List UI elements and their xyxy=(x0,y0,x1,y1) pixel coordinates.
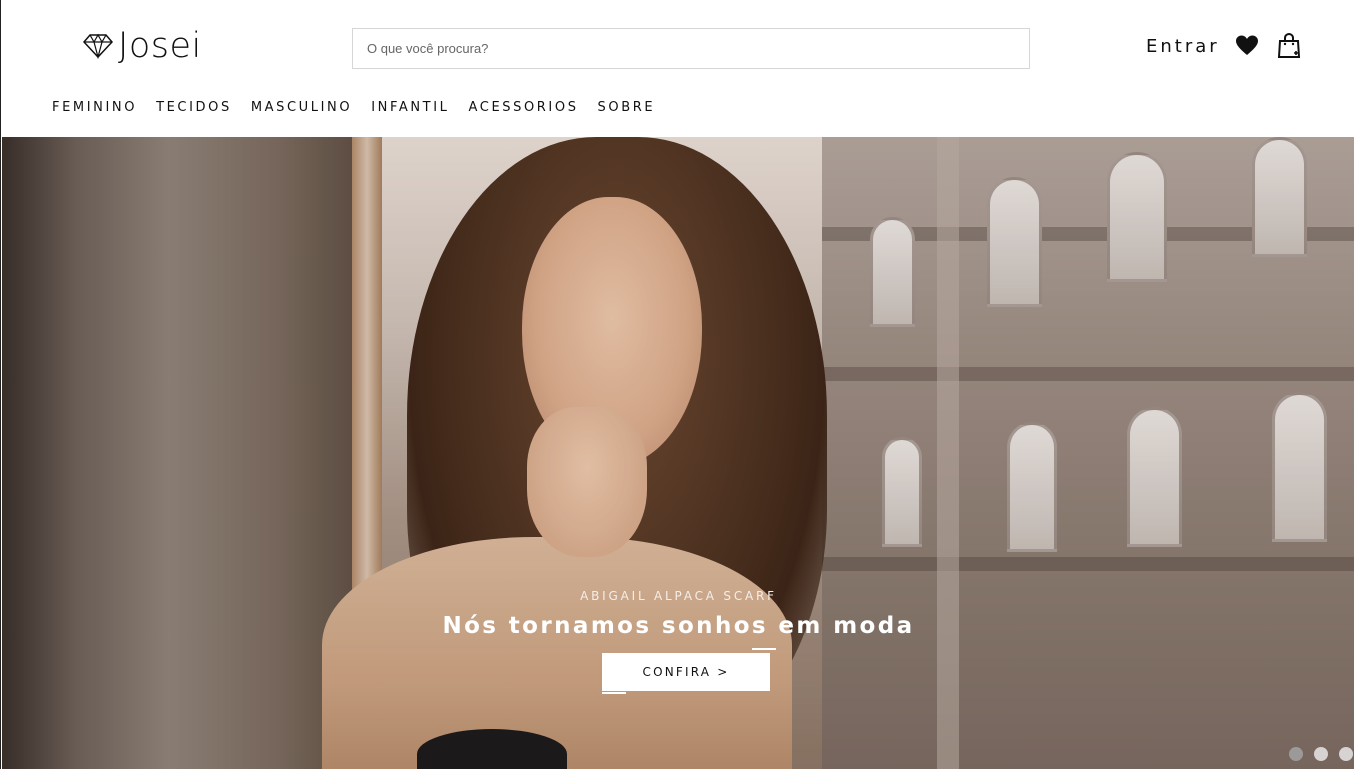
cta-accent-line xyxy=(602,692,626,694)
login-link[interactable]: Entrar xyxy=(1146,36,1220,57)
nav-item-acessorios[interactable]: ACESSORIOS xyxy=(469,100,579,115)
logo[interactable]: Josei xyxy=(82,26,202,66)
search-input[interactable] xyxy=(353,29,1029,68)
carousel-dot[interactable] xyxy=(1339,747,1353,761)
page-frame: Josei Entrar FEMININO TECIDOS MASCULINO … xyxy=(0,0,1354,769)
shopping-bag-icon[interactable] xyxy=(1277,33,1301,59)
nav-item-sobre[interactable]: SOBRE xyxy=(598,100,656,115)
nav-item-masculino[interactable]: MASCULINO xyxy=(251,100,352,115)
cta-accent-line xyxy=(752,648,776,650)
carousel-dot[interactable] xyxy=(1289,747,1303,761)
carousel-dot[interactable] xyxy=(1314,747,1328,761)
hero-banner: ABIGAIL ALPACA SCARF Nós tornamos sonhos… xyxy=(2,137,1354,769)
hero-title: Nós tornamos sonhos em moda xyxy=(442,613,915,639)
carousel-dots xyxy=(1289,747,1353,761)
diamond-icon xyxy=(82,33,114,59)
nav-item-tecidos[interactable]: TECIDOS xyxy=(156,100,232,115)
search-box xyxy=(352,28,1030,69)
logo-text: Josei xyxy=(118,26,202,66)
site-header: Josei Entrar FEMININO TECIDOS MASCULINO … xyxy=(1,0,1354,137)
heart-icon[interactable] xyxy=(1235,34,1259,58)
main-nav: FEMININO TECIDOS MASCULINO INFANTIL ACES… xyxy=(52,100,674,115)
nav-item-feminino[interactable]: FEMININO xyxy=(52,100,137,115)
nav-item-infantil[interactable]: INFANTIL xyxy=(371,100,449,115)
cta-button[interactable]: CONFIRA > xyxy=(602,653,770,691)
hero-subtitle: ABIGAIL ALPACA SCARF xyxy=(580,589,777,603)
